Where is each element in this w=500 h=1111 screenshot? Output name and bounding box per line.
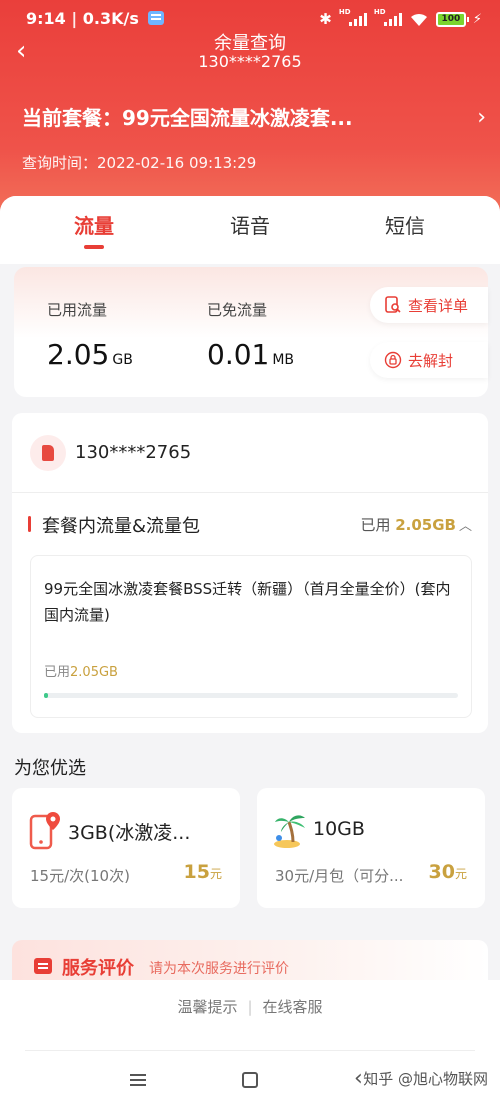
home-icon[interactable] [242,1072,258,1088]
offer-price-value: 15 [183,861,210,883]
footer-links: 温馨提示 | 在线客服 [0,996,500,1017]
view-details-button[interactable]: 查看详单 [370,287,488,323]
query-time-label: 查询时间： [22,154,98,172]
battery-level: 100 [437,13,464,25]
unblock-label: 去解封 [408,351,454,370]
back-icon[interactable]: ‹ [354,1066,363,1091]
main-card: 流量 语音 短信 已用流量 2.05 GB 已免流量 0.01 MB 查看详单 去解… [0,196,500,996]
document-search-icon [385,296,401,313]
free-data-amount: 0.01 [207,338,270,371]
offer-card-2[interactable]: 10GB 30元/月包（可分... 30元 [257,788,485,908]
signal-icon-2: HD [374,8,402,26]
menu-icon[interactable] [130,1074,146,1086]
bluetooth-icon: ✱ [319,10,332,28]
status-separator: | [71,9,83,28]
data-package-used-prefix: 已用 [360,516,396,534]
offer-price-value: 30 [428,861,455,883]
offer-price-unit: 元 [209,867,222,881]
chevron-up-icon[interactable]: ︿ [459,515,472,534]
tips-link[interactable]: 温馨提示 [177,998,237,1016]
tab-active-indicator [84,245,104,249]
phone-number-row: 130****2765 [12,413,488,493]
service-evaluation-subtitle: 请为本次服务进行评价 [149,961,289,977]
free-data-value: 0.01 MB [207,338,294,371]
used-data-amount: 2.05 [47,338,110,371]
data-package-title: 套餐内流量&流量包 [42,516,201,537]
usage-progress-fill [44,693,49,698]
used-data-label: 已用流量 [47,301,108,319]
view-details-label: 查看详单 [408,296,469,315]
recommend-title: 为您优选 [14,758,86,779]
offer-desc: 15元/次(10次) [30,867,130,885]
tab-bar: 流量 语音 短信 [0,196,500,264]
free-data-block: 已免流量 0.01 MB [207,299,294,371]
page-subtitle: 130****2765 [198,52,302,71]
wifi-icon [410,13,427,26]
status-speed: 0.3K/s [82,9,139,28]
footer-divider: | [247,998,253,1016]
lock-icon [384,351,402,369]
offer-price: 15元 [184,861,222,883]
message-app-icon [148,11,165,25]
tab-voice[interactable]: 语音 [200,210,300,239]
tab-sms[interactable]: 短信 [355,210,455,239]
system-nav-bar: ‹ 知乎 @旭心物联网 [0,1064,500,1104]
used-data-value: 2.05 GB [47,338,133,371]
footer-divider-line [25,1050,475,1051]
unblock-button[interactable]: 去解封 [370,342,488,378]
free-data-label: 已免流量 [207,301,268,319]
current-plan-row[interactable]: 当前套餐：99元全国流量冰激凌套... › [22,103,492,137]
free-data-unit: MB [272,352,295,368]
status-time: 9:14 [26,9,66,28]
offer-name: 10GB [313,818,365,840]
offer-desc: 30元/月包（可分... [275,867,404,885]
status-right: ✱ HD HD 100 ⚡ [319,8,482,28]
usage-progress-bar [44,693,458,698]
watermark: 知乎 @旭心物联网 [363,1070,488,1088]
footer: 温馨提示 | 在线客服 ‹ 知乎 @旭心物联网 [0,980,500,1111]
current-plan-prefix: 当前套餐： [22,106,122,130]
offer-price: 30元 [429,861,467,883]
signal-icon: HD [339,8,367,26]
plan-item: 99元全国冰激凌套餐BSS迁转（新疆）（首月全量全价）(套内国内流量) 已用2.… [30,555,472,718]
plan-item-used-prefix: 已用 [44,665,71,680]
online-service-link[interactable]: 在线客服 [263,998,323,1016]
used-data-unit: GB [112,352,133,368]
phone-number: 130****2765 [75,442,192,463]
palm-tree-icon [274,815,305,848]
current-plan-name: 99元全国流量冰激凌套... [122,106,353,130]
offer-name: 3GB(冰激凌... [68,822,191,844]
query-time: 查询时间：2022-02-16 09:13:29 [22,152,256,173]
query-time-value: 2022-02-16 09:13:29 [97,154,257,172]
plan-item-used: 已用2.05GB [44,661,118,680]
plan-item-name: 99元全国冰激凌套餐BSS迁转（新疆）（首月全量全价）(套内国内流量) [44,580,451,624]
used-data-block: 已用流量 2.05 GB [47,299,133,371]
usage-summary-card: 已用流量 2.05 GB 已免流量 0.01 MB 查看详单 去解封 [14,267,488,397]
offer-price-unit: 元 [454,867,467,881]
plan-detail-card: 130****2765 套餐内流量&流量包 已用 2.05GB ︿ 99元全国冰… [12,413,488,733]
tab-data[interactable]: 流量 [44,210,144,239]
data-package-used: 已用 2.05GB [360,514,456,535]
plan-item-used-value: 2.05GB [70,665,118,680]
data-package-header[interactable]: 套餐内流量&流量包 已用 2.05GB ︿ [12,508,488,542]
offer-card-1[interactable]: 3GB(冰激凌... 15元/次(10次) 15元 [12,788,240,908]
battery-icon: 100 [435,11,469,27]
status-left: 9:14 | 0.3K/s [26,9,165,28]
data-package-used-value: 2.05GB [395,516,456,534]
section-marker [28,516,31,532]
sim-card-icon [30,435,66,471]
comment-icon [34,958,52,974]
service-evaluation-title: 服务评价 [62,958,134,979]
phone-location-icon [29,812,60,850]
charging-icon: ⚡ [472,11,482,27]
chevron-right-icon: › [477,105,486,130]
